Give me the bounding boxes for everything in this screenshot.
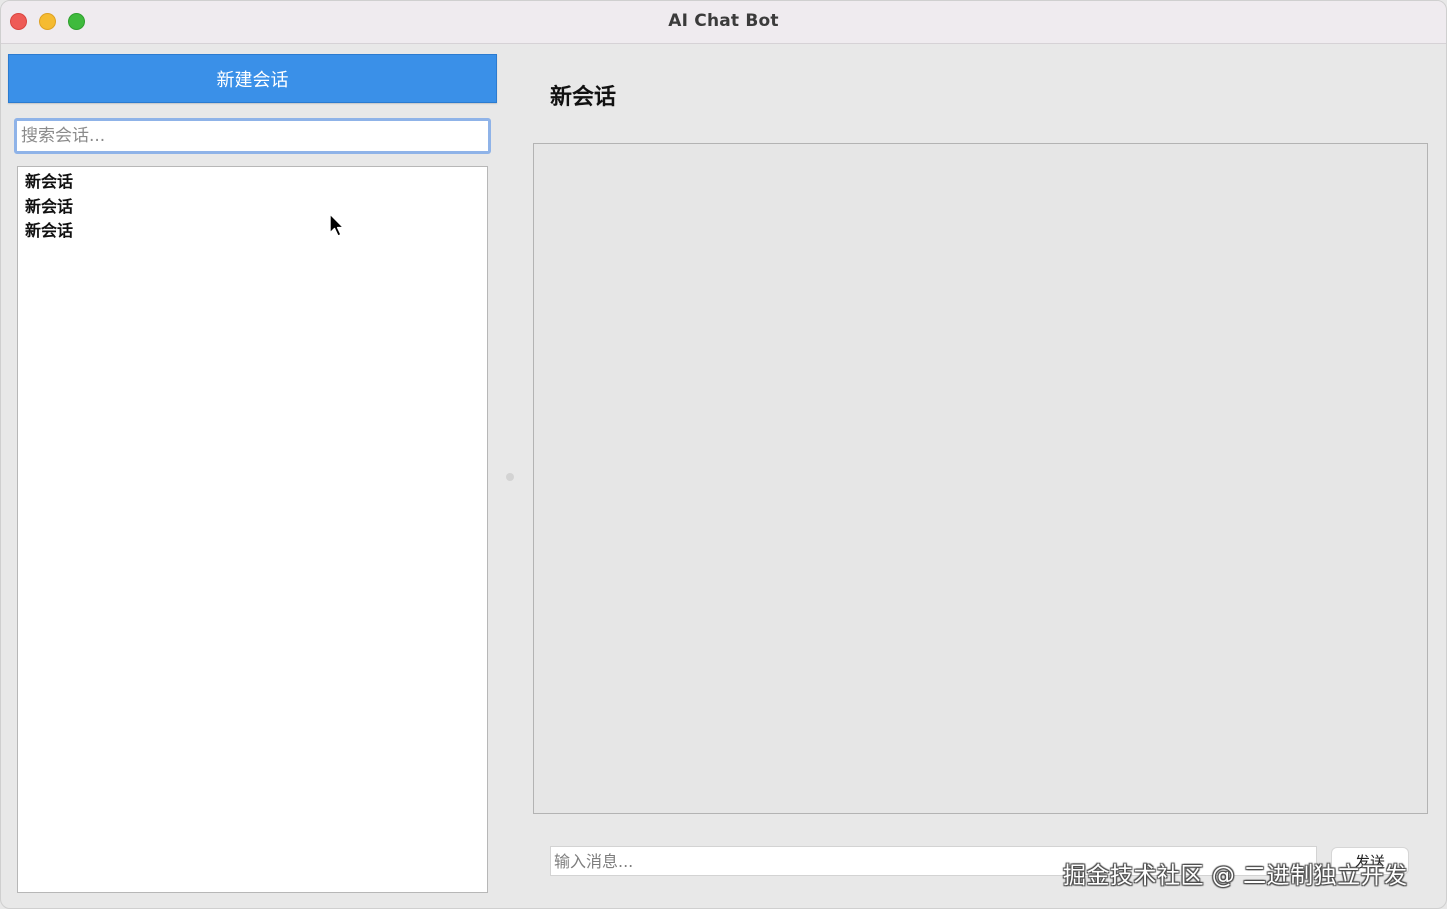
window-title: AI Chat Bot (668, 11, 779, 31)
conversation-list[interactable]: 新会话 新会话 新会话 (17, 166, 488, 893)
chat-message-area (533, 143, 1428, 814)
app-window: AI Chat Bot 新建会话 新会话 新会话 新会话 新会话 发送 掘金技术… (0, 0, 1447, 909)
mouse-cursor-icon (329, 213, 345, 237)
chat-title: 新会话 (550, 85, 617, 110)
conversation-list-item[interactable]: 新会话 (25, 170, 487, 195)
conversation-list-item[interactable]: 新会话 (25, 219, 487, 244)
watermark-text: 掘金技术社区 @ 二进制独立开发 (1063, 863, 1408, 889)
search-conversations-input[interactable] (14, 118, 491, 154)
pane-splitter-handle[interactable] (506, 473, 514, 481)
title-bar: AI Chat Bot (1, 1, 1446, 44)
new-conversation-button[interactable]: 新建会话 (8, 54, 497, 103)
conversation-list-item[interactable]: 新会话 (25, 195, 487, 220)
